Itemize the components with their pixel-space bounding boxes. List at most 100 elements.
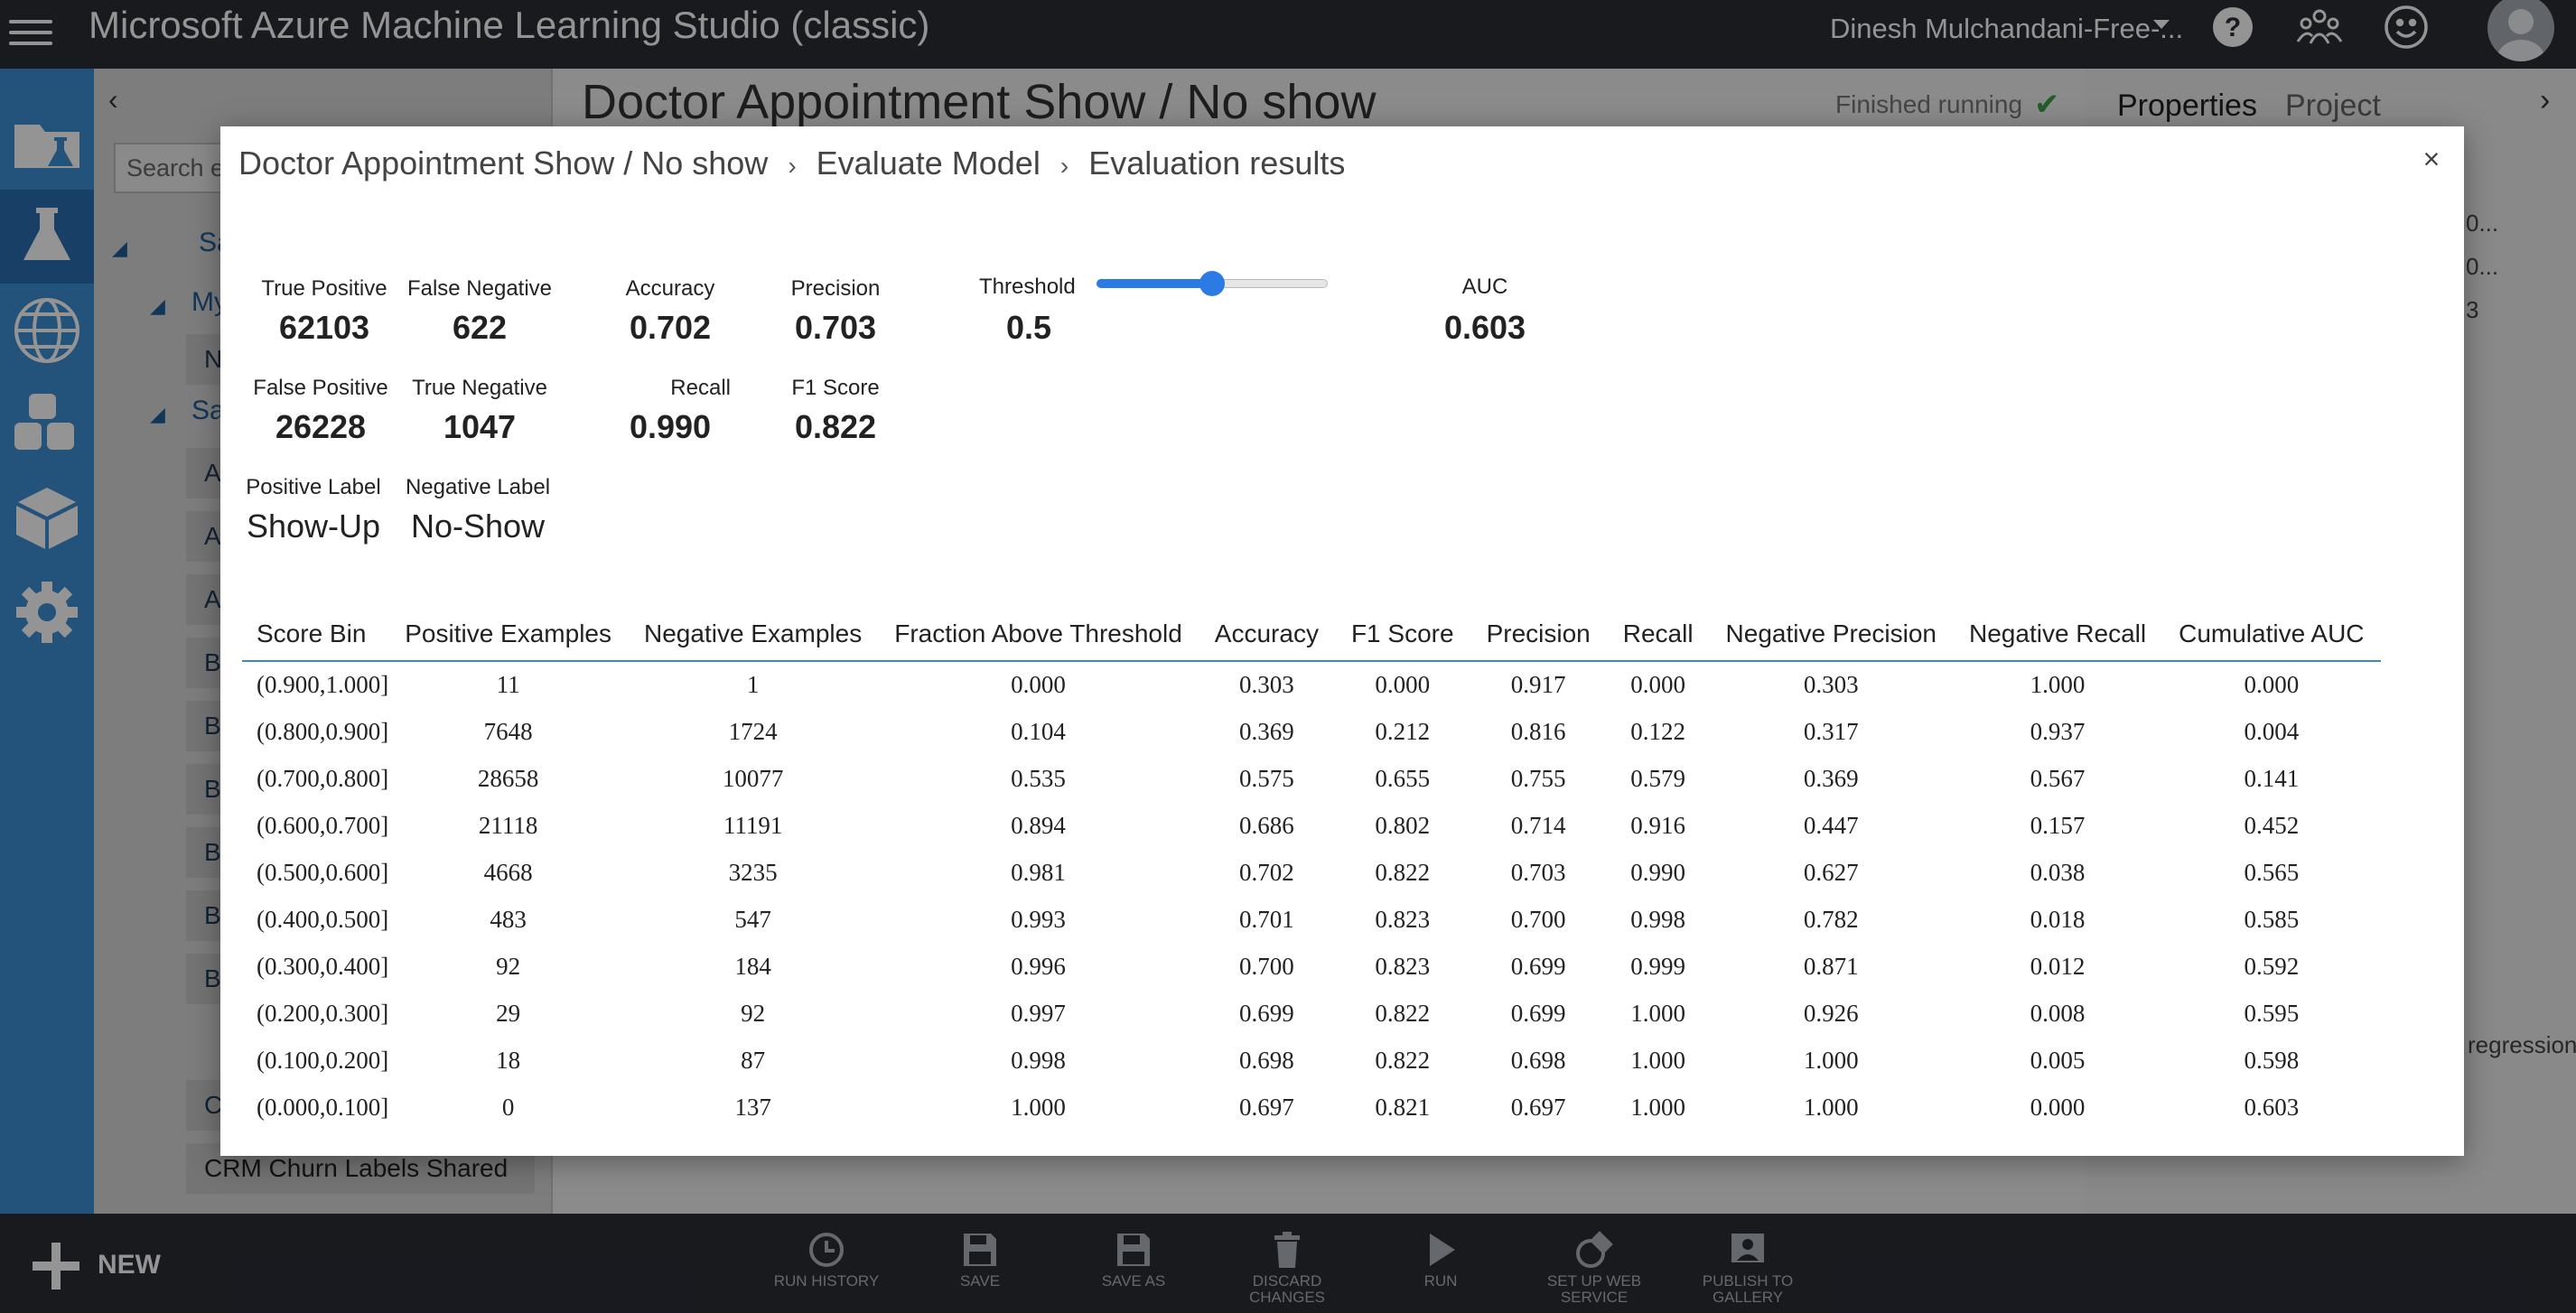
table-cell: 547 bbox=[734, 905, 771, 933]
table-cell: 0.157 bbox=[2030, 811, 2086, 839]
table-row: (0.900,1.000] 11 1 0.000 0.303 0.000 0.917 0.00… bbox=[242, 661, 2381, 708]
column-header[interactable]: Cumulative AUC bbox=[2162, 607, 2381, 662]
table-cell: 0.998 bbox=[1011, 1046, 1066, 1074]
table-row: (0.000,0.100] 0 137 1.000 0.697 0.821 0.697 1.0… bbox=[242, 1084, 2381, 1131]
table-cell: 0.714 bbox=[1510, 811, 1566, 839]
slider-handle[interactable] bbox=[1199, 271, 1225, 296]
table-cell: 29 bbox=[496, 999, 521, 1027]
table-cell: 184 bbox=[734, 952, 771, 980]
table-cell: (0.200,0.300] bbox=[257, 999, 389, 1027]
table-cell: 0.567 bbox=[2030, 764, 2086, 792]
table-cell: 0.755 bbox=[1510, 764, 1566, 792]
column-header[interactable]: F1 Score bbox=[1334, 607, 1470, 662]
table-cell: 0.996 bbox=[1011, 952, 1066, 980]
table-cell: 1724 bbox=[728, 717, 778, 745]
column-header[interactable]: Negative Precision bbox=[1709, 607, 1953, 662]
table-cell: 0.012 bbox=[2030, 952, 2086, 980]
table-cell: 1.000 bbox=[2030, 671, 2086, 698]
metric-f1-score: F1 Score 0.822 bbox=[791, 376, 880, 445]
table-cell: 0.575 bbox=[1239, 764, 1294, 792]
table-cell: 0.303 bbox=[1239, 671, 1294, 698]
table-cell: 0.303 bbox=[1803, 671, 1859, 698]
table-cell: 0.916 bbox=[1630, 811, 1686, 839]
table-cell: 11191 bbox=[723, 811, 783, 839]
table-cell: 0.782 bbox=[1803, 905, 1859, 933]
table-cell: 0.317 bbox=[1803, 717, 1859, 745]
table-row: (0.100,0.200] 18 87 0.998 0.698 0.822 0.698 1.0… bbox=[242, 1037, 2381, 1084]
table-cell: 0.999 bbox=[1630, 952, 1686, 980]
breadcrumb-module[interactable]: Evaluate Model bbox=[817, 144, 1041, 182]
breadcrumb-current: Evaluation results bbox=[1088, 144, 1346, 182]
column-header[interactable]: Negative Examples bbox=[628, 607, 879, 662]
table-cell: 0.104 bbox=[1011, 717, 1066, 745]
table-cell: 0.592 bbox=[2244, 952, 2300, 980]
table-cell: 0.701 bbox=[1239, 905, 1294, 933]
metric-accuracy: Accuracy 0.702 bbox=[625, 276, 715, 346]
table-cell: 0.702 bbox=[1239, 858, 1294, 886]
table-cell: 0.595 bbox=[2244, 999, 2300, 1027]
table-cell: 0.699 bbox=[1239, 999, 1294, 1027]
column-header[interactable]: Positive Examples bbox=[388, 607, 628, 662]
table-header-row: Score Bin Positive Examples Negative Examp… bbox=[242, 607, 2381, 662]
table-cell: 0.822 bbox=[1375, 999, 1431, 1027]
metric-recall: Recall 0.990 bbox=[629, 376, 731, 445]
column-header[interactable]: Precision bbox=[1470, 607, 1607, 662]
slider-fill bbox=[1097, 279, 1212, 288]
breadcrumb-experiment[interactable]: Doctor Appointment Show / No show bbox=[238, 144, 768, 182]
auc-label: AUC bbox=[1461, 275, 1508, 299]
table-cell: 1.000 bbox=[1630, 1093, 1686, 1121]
table-cell: 4668 bbox=[483, 858, 533, 886]
table-cell: 0.627 bbox=[1803, 858, 1859, 886]
table-cell: 0.816 bbox=[1510, 717, 1566, 745]
table-cell: 0.700 bbox=[1239, 952, 1294, 980]
table-cell: (0.700,0.800] bbox=[257, 764, 389, 792]
chevron-right-icon: › bbox=[788, 152, 797, 180]
column-header[interactable]: Score Bin bbox=[242, 607, 389, 662]
table-cell: 0.686 bbox=[1239, 811, 1294, 839]
table-cell: 1.000 bbox=[1803, 1046, 1859, 1074]
table-cell: 0.004 bbox=[2244, 717, 2300, 745]
table-cell: 1.000 bbox=[1011, 1093, 1066, 1121]
table-cell: 92 bbox=[496, 952, 521, 980]
table-cell: 0.535 bbox=[1011, 764, 1066, 792]
table-cell: 0.000 bbox=[1630, 671, 1686, 698]
table-cell: 0.822 bbox=[1375, 858, 1431, 886]
table-cell: 0.697 bbox=[1239, 1093, 1294, 1121]
table-cell: 1.000 bbox=[1803, 1093, 1859, 1121]
table-cell: 0.655 bbox=[1375, 764, 1431, 792]
column-header[interactable]: Recall bbox=[1606, 607, 1710, 662]
table-cell: 0.703 bbox=[1510, 858, 1566, 886]
close-icon[interactable]: × bbox=[2415, 143, 2448, 175]
table-cell: 0.452 bbox=[2244, 811, 2300, 839]
table-cell: 0.000 bbox=[1375, 671, 1431, 698]
table-cell: 0.823 bbox=[1375, 905, 1431, 933]
metric-positive-label: Positive Label Show-Up bbox=[246, 475, 381, 545]
table-cell: 0.699 bbox=[1510, 952, 1566, 980]
column-header[interactable]: Accuracy bbox=[1198, 607, 1335, 662]
table-cell: 1.000 bbox=[1630, 1046, 1686, 1074]
threshold-value: 0.5 bbox=[1006, 309, 1052, 346]
table-cell: 483 bbox=[490, 905, 527, 933]
table-cell: (0.400,0.500] bbox=[257, 905, 389, 933]
table-cell: 0.585 bbox=[2244, 905, 2300, 933]
table-cell: 137 bbox=[734, 1093, 771, 1121]
table-cell: 1.000 bbox=[1630, 999, 1686, 1027]
table-row: (0.500,0.600] 4668 3235 0.981 0.702 0.822 0.70… bbox=[242, 849, 2381, 896]
column-header[interactable]: Fraction Above Threshold bbox=[878, 607, 1199, 662]
column-header[interactable]: Negative Recall bbox=[1953, 607, 2163, 662]
table-row: (0.200,0.300] 29 92 0.997 0.699 0.822 0.699 1.0… bbox=[242, 990, 2381, 1037]
table-cell: 0.937 bbox=[2030, 717, 2086, 745]
table-cell: (0.600,0.700] bbox=[257, 811, 389, 839]
threshold-slider[interactable] bbox=[1097, 271, 1328, 296]
table-cell: (0.800,0.900] bbox=[257, 717, 389, 745]
table-cell: 0.698 bbox=[1510, 1046, 1566, 1074]
table-cell: 92 bbox=[741, 999, 766, 1027]
table-cell: 0.598 bbox=[2244, 1046, 2300, 1074]
table-cell: 0.802 bbox=[1375, 811, 1431, 839]
table-row: (0.300,0.400] 92 184 0.996 0.700 0.823 0.699 0.… bbox=[242, 943, 2381, 990]
table-cell: 21118 bbox=[478, 811, 538, 839]
table-cell: 3235 bbox=[728, 858, 778, 886]
threshold-label: Threshold bbox=[979, 275, 1076, 299]
chevron-right-icon: › bbox=[1059, 152, 1069, 180]
table-cell: 11 bbox=[496, 671, 520, 698]
